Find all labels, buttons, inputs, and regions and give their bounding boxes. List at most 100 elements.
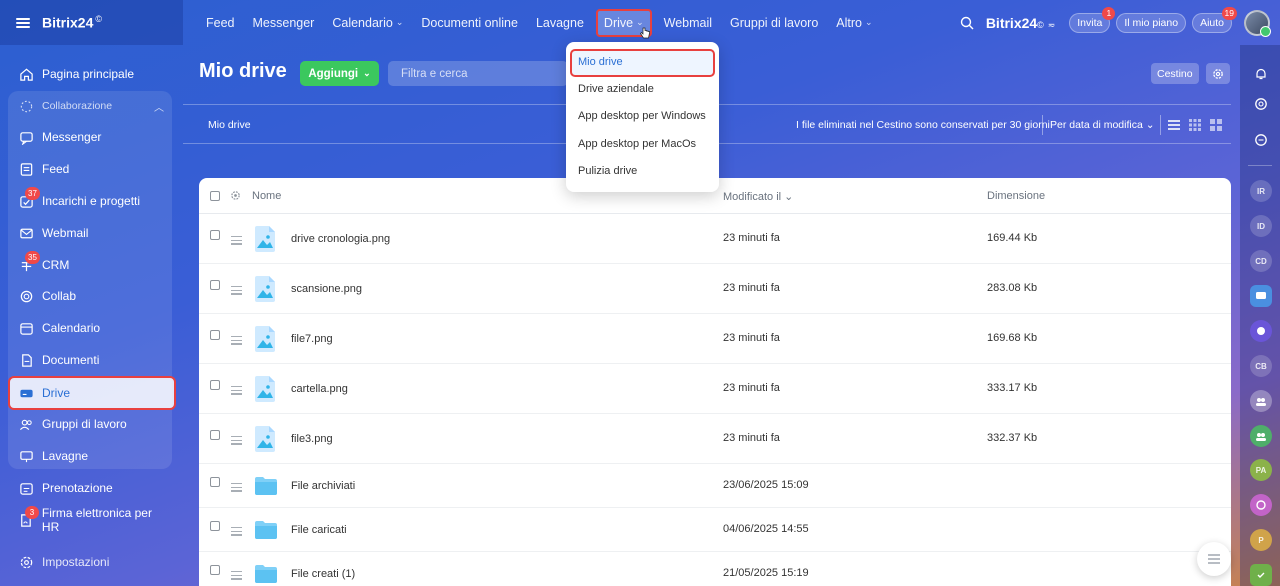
drag-handle-icon[interactable] — [231, 336, 242, 347]
sidebar-item-home[interactable]: Pagina principale — [12, 59, 172, 89]
nav-drive[interactable]: Drive ⌄ — [595, 8, 652, 38]
drag-handle-icon[interactable] — [231, 571, 242, 582]
row-checkbox[interactable] — [210, 280, 220, 290]
menu-item-app-windows[interactable]: App desktop per Windows — [578, 110, 706, 122]
menu-item-app-macos[interactable]: App desktop per MacOs — [578, 138, 696, 150]
drag-handle-icon[interactable] — [231, 527, 242, 538]
row-checkbox[interactable] — [210, 521, 220, 531]
group-chat-avatar-2[interactable] — [1250, 425, 1272, 447]
drag-handle-icon[interactable] — [231, 286, 242, 297]
table-row[interactable]: File archiviati 23/06/2025 15:09 — [199, 464, 1231, 508]
nav-calendario[interactable]: Calendario ⌄ — [332, 16, 403, 30]
row-checkbox[interactable] — [210, 565, 220, 575]
sidebar-item-calendario[interactable]: Calendario — [12, 313, 172, 343]
nav-documenti-online[interactable]: Documenti online — [421, 16, 518, 30]
nav-feed[interactable]: Feed — [206, 16, 235, 30]
column-name[interactable]: Nome — [252, 190, 281, 202]
breadcrumb[interactable]: Mio drive — [208, 119, 251, 131]
menu-item-drive-aziendale[interactable]: Drive aziendale — [578, 83, 654, 95]
sidebar-item-tasks[interactable]: 37 Incarichi e progetti — [12, 186, 172, 216]
select-all-checkbox[interactable] — [210, 191, 220, 201]
nav-altro[interactable]: Altro ⌄ — [836, 16, 872, 30]
contact-ir[interactable]: IR — [1250, 180, 1272, 202]
nav-webmail[interactable]: Webmail — [664, 16, 712, 30]
row-checkbox[interactable] — [210, 230, 220, 240]
grid-large-view-icon[interactable] — [1209, 118, 1223, 132]
table-row[interactable]: File caricati 04/06/2025 14:55 — [199, 508, 1231, 552]
file-name[interactable]: File archiviati — [291, 480, 355, 492]
sidebar-item-prenotazione[interactable]: Prenotazione — [12, 473, 172, 503]
help-button[interactable]: Aiuto 19 — [1192, 6, 1237, 33]
nav-lavagne[interactable]: Lavagne — [536, 16, 584, 30]
drag-handle-icon[interactable] — [231, 236, 242, 247]
drag-handle-icon[interactable] — [231, 436, 242, 447]
drag-handle-icon[interactable] — [231, 386, 242, 397]
nav-messenger[interactable]: Messenger — [253, 16, 315, 30]
contact-pa[interactable]: PA — [1250, 459, 1272, 481]
column-settings-icon[interactable] — [230, 190, 241, 201]
sidebar-item-messenger[interactable]: Messenger — [12, 122, 172, 152]
file-name[interactable]: File creati (1) — [291, 568, 355, 580]
table-row[interactable]: scansione.png 23 minuti fa 283.08 Kb — [199, 264, 1231, 314]
row-checkbox[interactable] — [210, 380, 220, 390]
drag-handle-icon[interactable] — [231, 483, 242, 494]
settings-button[interactable] — [1206, 63, 1230, 84]
row-checkbox[interactable] — [210, 330, 220, 340]
column-size[interactable]: Dimensione — [987, 190, 1045, 202]
brand-logo-right[interactable]: Bitrix24© ≂ — [986, 15, 1055, 31]
copilot-chat-icon[interactable] — [1250, 494, 1272, 516]
notifications-icon[interactable] — [1250, 63, 1272, 85]
invite-button[interactable]: Invita 1 — [1069, 6, 1116, 33]
contact-p[interactable]: P — [1250, 529, 1272, 551]
sidebar-item-collab[interactable]: Collab — [12, 281, 172, 311]
contact-cd[interactable]: CD — [1250, 250, 1272, 272]
file-name[interactable]: cartella.png — [291, 383, 348, 395]
sidebar-item-feed[interactable]: Feed — [12, 154, 172, 184]
menu-item-mio-drive[interactable]: Mio drive — [578, 56, 623, 68]
sidebar-item-firma[interactable]: 3 Firma elettronica per HR — [12, 505, 172, 535]
nav-gruppi-di-lavoro[interactable]: Gruppi di lavoro — [730, 16, 818, 30]
file-name[interactable]: file3.png — [291, 433, 333, 445]
sort-dropdown[interactable]: Per data di modifica ⌄ — [1050, 119, 1155, 131]
sidebar-item-crm[interactable]: 35 CRM — [12, 250, 172, 280]
add-button[interactable]: Aggiungi ⌄ — [300, 61, 379, 86]
sidebar-item-gruppi[interactable]: Gruppi di lavoro — [12, 409, 172, 439]
table-row[interactable]: file3.png 23 minuti fa 332.37 Kb — [199, 414, 1231, 464]
contact-id[interactable]: ID — [1250, 215, 1272, 237]
sidebar-item-impostazioni[interactable]: Impostazioni — [12, 547, 172, 577]
quick-menu-button[interactable] — [1197, 542, 1231, 576]
file-name[interactable]: scansione.png — [291, 283, 362, 295]
table-row[interactable]: cartella.png 23 minuti fa 333.17 Kb — [199, 364, 1231, 414]
sidebar-item-webmail[interactable]: Webmail — [12, 218, 172, 248]
group-chat-avatar[interactable] — [1250, 390, 1272, 412]
grid-small-view-icon[interactable] — [1188, 118, 1202, 132]
table-row[interactable]: File creati (1) 21/05/2025 15:19 — [199, 552, 1231, 586]
list-view-icon[interactable] — [1167, 118, 1181, 132]
menu-icon[interactable] — [16, 17, 30, 28]
copilot-icon[interactable] — [1250, 93, 1272, 115]
table-row[interactable]: drive cronologia.png 23 minuti fa 169.44 K… — [199, 214, 1231, 264]
chat-rail-icon[interactable] — [1250, 129, 1272, 151]
chat-avatar[interactable] — [1250, 320, 1272, 342]
trash-button[interactable]: Cestino — [1151, 63, 1199, 84]
sidebar-item-documenti[interactable]: Documenti — [12, 345, 172, 375]
tasks-rail-icon[interactable] — [1250, 564, 1272, 586]
sidebar-item-drive[interactable]: Drive — [8, 376, 176, 410]
my-plan-button[interactable]: Il mio piano — [1116, 12, 1187, 33]
filter-search-input[interactable]: Filtra e cerca — [388, 61, 568, 86]
chat-group-avatar[interactable] — [1250, 285, 1272, 307]
file-name[interactable]: drive cronologia.png — [291, 233, 390, 245]
search-icon[interactable] — [960, 16, 974, 30]
sidebar-item-lavagne[interactable]: Lavagne — [12, 441, 172, 471]
column-modified[interactable]: Modificato il ⌄ — [723, 190, 793, 203]
user-avatar[interactable] — [1244, 9, 1271, 37]
brand-logo[interactable]: Bitrix24 © — [42, 14, 102, 31]
file-name[interactable]: File caricati — [291, 524, 347, 536]
file-name[interactable]: file7.png — [291, 333, 333, 345]
row-checkbox[interactable] — [210, 430, 220, 440]
contact-cb[interactable]: CB — [1250, 355, 1272, 377]
menu-item-pulizia-drive[interactable]: Pulizia drive — [578, 165, 637, 177]
sidebar-group-collaborazione[interactable]: Collaborazione ︿ — [12, 91, 172, 121]
row-checkbox[interactable] — [210, 477, 220, 487]
table-row[interactable]: file7.png 23 minuti fa 169.68 Kb — [199, 314, 1231, 364]
